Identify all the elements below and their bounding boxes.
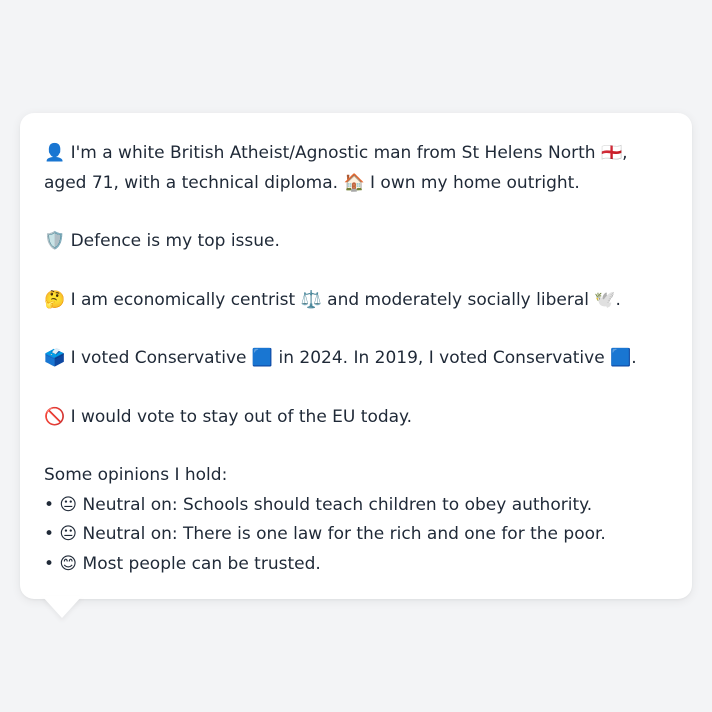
ideology-text: 🤔 I am economically centrist ⚖️ and mode… [44, 289, 621, 310]
opinions-list: • 😐 Neutral on: Schools should teach chi… [44, 491, 668, 580]
bubble-tail [42, 596, 82, 618]
persona-message-bubble: 👤 I'm a white British Atheist/Agnostic m… [20, 113, 692, 599]
eu-stance-text: 🚫 I would vote to stay out of the EU tod… [44, 406, 413, 427]
opinions-section: Some opinions I hold: • 😐 Neutral on: Sc… [44, 461, 668, 579]
opinion-item: • 😐 Neutral on: There is one law for the… [44, 524, 606, 544]
opinions-heading: Some opinions I hold: [44, 465, 228, 485]
voting-history-text: 🗳️ I voted Conservative 🟦 in 2024. In 20… [44, 348, 637, 368]
top-issue-text: 🛡️ Defence is my top issue. [44, 231, 280, 251]
bio-intro-text: 👤 I'm a white British Atheist/Agnostic m… [44, 143, 628, 193]
opinion-item: • 😊 Most people can be trusted. [44, 553, 321, 574]
opinion-item: • 😐 Neutral on: Schools should teach chi… [44, 494, 593, 515]
